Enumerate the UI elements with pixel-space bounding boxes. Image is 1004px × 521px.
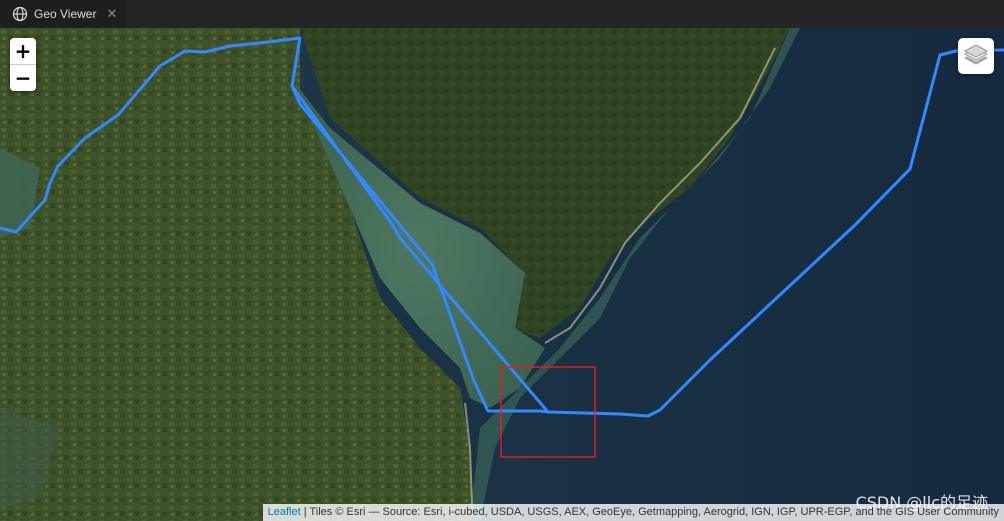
layers-icon: [963, 44, 989, 65]
attribution-text: Tiles © Esri — Source: Esri, i-cubed, US…: [309, 506, 999, 518]
close-icon[interactable]: ✕: [106, 6, 117, 22]
leaflet-link[interactable]: Leaflet: [268, 506, 301, 518]
zoom-out-button[interactable]: −: [10, 65, 36, 91]
globe-icon: [12, 6, 28, 22]
tab-bar: Geo Viewer ✕: [0, 0, 1004, 29]
zoom-in-button[interactable]: +: [10, 38, 36, 65]
tab-geo-viewer[interactable]: Geo Viewer ✕: [0, 0, 128, 28]
zoom-control: + −: [10, 38, 36, 91]
attribution: Leaflet | Tiles © Esri — Source: Esri, i…: [262, 504, 1004, 521]
layers-button[interactable]: [958, 38, 994, 74]
map-view[interactable]: + − CSDN @llc的足迹 Leaflet | Tiles © Esri …: [0, 28, 1004, 521]
tab-title: Geo Viewer: [34, 7, 97, 21]
satellite-basemap: [0, 28, 1004, 521]
